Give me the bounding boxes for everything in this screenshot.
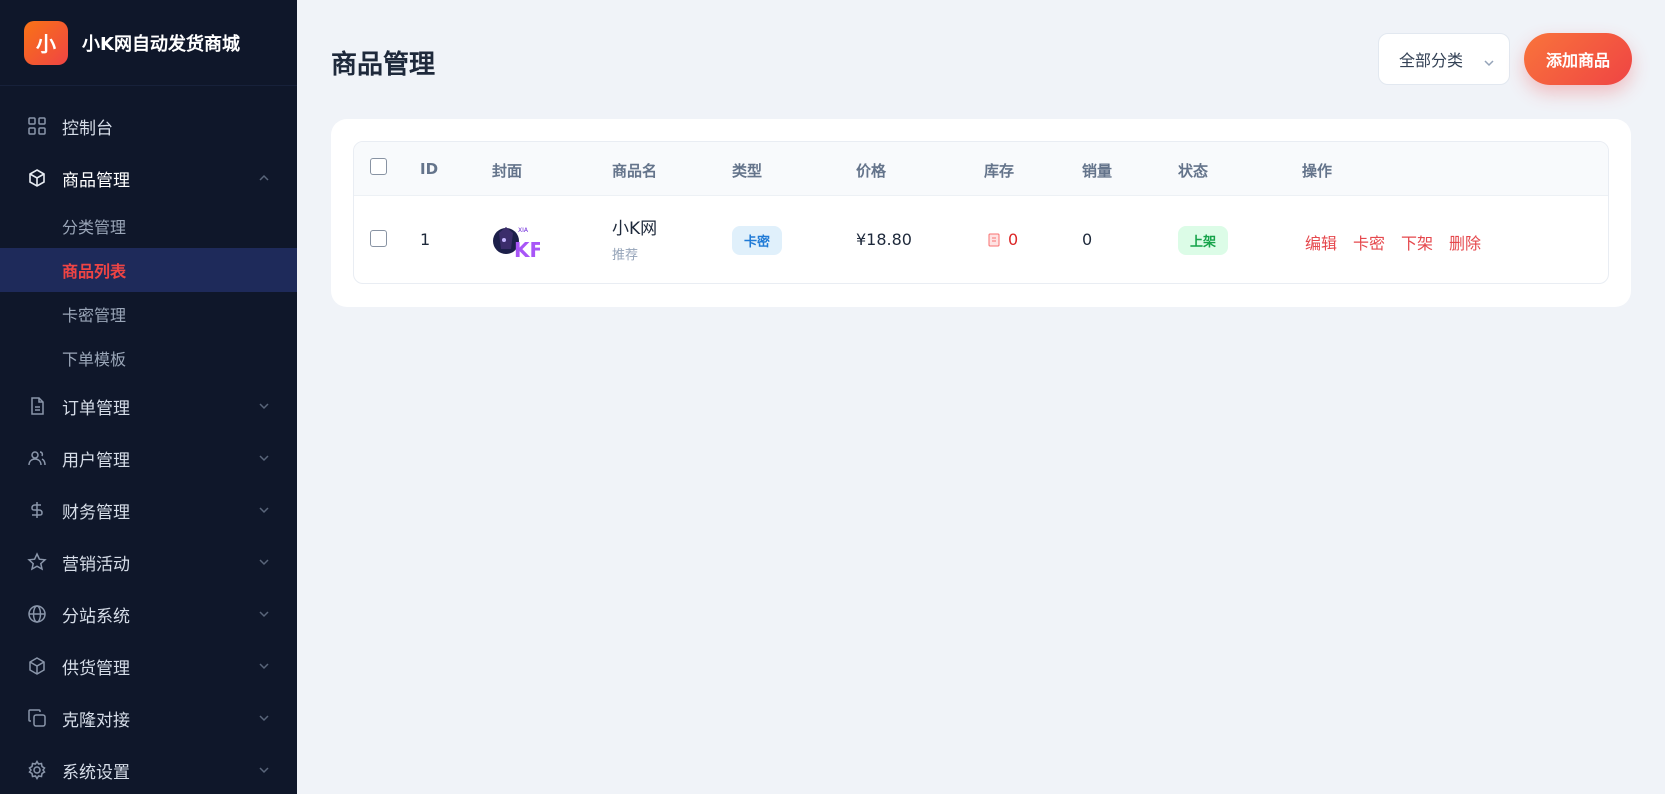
stock-warning-icon (988, 233, 1000, 246)
users-icon (26, 447, 48, 469)
sidebar-item-clone[interactable]: 克隆对接 (0, 692, 297, 744)
sidebar-item-label: 克隆对接 (62, 710, 130, 731)
product-name: 小K网 (612, 219, 658, 239)
box-icon (26, 655, 48, 677)
row-id: 1 (420, 230, 431, 249)
sidebar-item-label: 财务管理 (62, 502, 130, 523)
gear-icon (26, 759, 48, 781)
delete-link[interactable]: 删除 (1449, 230, 1481, 254)
page-title: 商品管理 (331, 50, 436, 80)
brand-name: 小K网自动发货商城 (82, 33, 240, 55)
dashboard-icon (26, 115, 48, 137)
copy-icon (26, 707, 48, 729)
sidebar-item-substations[interactable]: 分站系统 (0, 588, 297, 640)
sidebar-item-supply[interactable]: 供货管理 (0, 640, 297, 692)
sidebar-item-label: 分站系统 (62, 606, 130, 627)
sidebar-item-orders[interactable]: 订单管理 (0, 380, 297, 432)
sidebar-item-settings[interactable]: 系统设置 (0, 744, 297, 794)
sidebar-subitem-order-template[interactable]: 下单模板 (0, 336, 297, 380)
dollar-icon (26, 499, 48, 521)
status-badge: 上架 (1178, 226, 1229, 255)
column-header-sales: 销量 (1082, 162, 1113, 180)
unlist-link[interactable]: 下架 (1401, 230, 1433, 254)
add-product-button[interactable]: 添加商品 (1524, 33, 1632, 85)
row-actions: 编辑 卡密 下架 删除 (1305, 230, 1481, 254)
chevron-down-icon (257, 763, 271, 777)
product-table-card: ID 封面 商品名 类型 价格 库存 销量 状态 操作 1 XIA K 小K网 … (331, 119, 1631, 307)
category-select[interactable]: 全部分类 (1378, 33, 1510, 85)
edit-link[interactable]: 编辑 (1305, 230, 1337, 254)
sidebar-item-products[interactable]: 商品管理 (0, 152, 297, 204)
brand[interactable]: 小 小K网自动发货商城 (0, 0, 297, 86)
sidebar-subitem-card-keys[interactable]: 卡密管理 (0, 292, 297, 336)
cover-logo-text: KF (514, 238, 540, 262)
column-header-actions: 操作 (1302, 162, 1333, 180)
chevron-down-icon (257, 399, 271, 413)
column-header-id: ID (420, 160, 439, 178)
chevron-down-icon (257, 503, 271, 517)
chevron-down-icon (257, 659, 271, 673)
column-header-price: 价格 (856, 162, 887, 180)
sidebar-item-label: 系统设置 (62, 762, 130, 783)
column-header-stock: 库存 (984, 162, 1015, 180)
sidebar-item-dashboard[interactable]: 控制台 (0, 100, 297, 152)
sidebar-subitem-product-list[interactable]: 商品列表 (0, 248, 297, 292)
column-header-status: 状态 (1178, 162, 1209, 180)
sidebar: 小 小K网自动发货商城 控制台 商品管理 分类管理 商品列表 卡密管理 下单模板 (0, 0, 297, 794)
table-header: ID 封面 商品名 类型 价格 库存 销量 状态 操作 (354, 142, 1608, 196)
sidebar-item-users[interactable]: 用户管理 (0, 432, 297, 484)
stock-value: 0 (1008, 230, 1019, 249)
column-header-name: 商品名 (612, 162, 658, 180)
product-cover-image[interactable]: XIA KF (492, 220, 543, 262)
sidebar-subitem-categories[interactable]: 分类管理 (0, 204, 297, 248)
product-price: ¥18.80 (856, 230, 912, 249)
type-tag: 卡密 (732, 226, 783, 255)
sidebar-item-label: 营销活动 (62, 554, 130, 575)
row-checkbox[interactable] (370, 230, 387, 247)
cover-small-text: XIA (518, 227, 529, 234)
table-row: 1 XIA KF 小K网 推荐 卡密 ¥18.80 (354, 196, 1608, 283)
globe-icon (26, 603, 48, 625)
select-all-checkbox[interactable] (370, 158, 387, 175)
star-icon (26, 551, 48, 573)
chevron-down-icon (257, 555, 271, 569)
column-header-cover: 封面 (492, 162, 523, 180)
chevron-down-icon (257, 607, 271, 621)
document-icon (26, 395, 48, 417)
brand-logo: 小 (24, 20, 68, 65)
sidebar-item-label: 用户管理 (62, 450, 130, 471)
chevron-down-icon (257, 711, 271, 725)
stock-cell: 0 (988, 230, 1018, 249)
sidebar-item-marketing[interactable]: 营销活动 (0, 536, 297, 588)
cube-icon (26, 167, 48, 189)
chevron-up-icon (257, 171, 271, 185)
sidebar-nav: 控制台 商品管理 分类管理 商品列表 卡密管理 下单模板 订单管理 用户管理 财… (0, 86, 297, 794)
product-sub-label: 推荐 (612, 248, 639, 263)
chevron-down-icon (1483, 54, 1495, 67)
category-select-value: 全部分类 (1399, 51, 1464, 70)
sidebar-item-label: 商品管理 (62, 170, 130, 191)
sidebar-item-label: 订单管理 (62, 398, 130, 419)
card-keys-link[interactable]: 卡密 (1353, 230, 1385, 254)
main-content: 商品管理 全部分类 添加商品 ID 封面 商品名 类型 价格 库存 销量 状态 … (297, 0, 1665, 794)
sidebar-item-finance[interactable]: 财务管理 (0, 484, 297, 536)
sidebar-item-label: 供货管理 (62, 658, 130, 679)
sales-value: 0 (1082, 230, 1093, 249)
product-table: ID 封面 商品名 类型 价格 库存 销量 状态 操作 1 XIA K 小K网 … (353, 141, 1609, 284)
chevron-down-icon (257, 451, 271, 465)
sidebar-item-label: 控制台 (62, 118, 113, 139)
column-header-type: 类型 (732, 162, 763, 180)
